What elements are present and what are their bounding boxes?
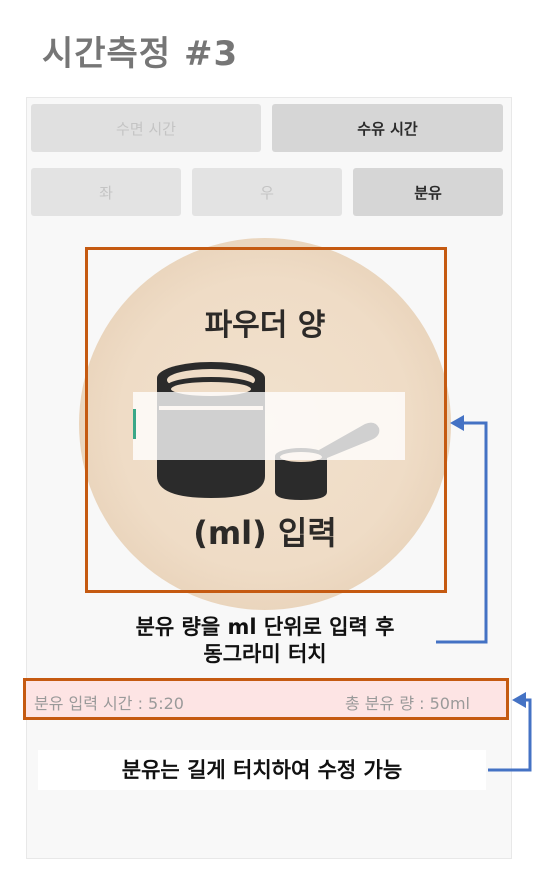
annotation-line-2: 동그라미 터치	[203, 642, 327, 666]
feeding-total-amount: 총 분유 량 : 50ml	[344, 694, 470, 713]
feeding-input-time: 분유 입력 시간 : 5:20	[34, 694, 184, 713]
annotation-line-1: 분유 량을 ml 단위로 입력 후	[135, 615, 395, 639]
annotation-caption-enter: 분유 량을 ml 단위로 입력 후 동그라미 터치	[70, 614, 460, 668]
annotation-highlight-circle	[85, 247, 447, 593]
feeding-status-bar[interactable]: 분유 입력 시간 : 5:20 총 분유 량 : 50ml	[23, 678, 509, 720]
annotation-long-press-hint: 분유는 길게 터치하여 수정 가능	[38, 750, 486, 790]
page-title: 시간측정 #3	[42, 34, 239, 74]
tab-sleep-time[interactable]: 수면 시간	[31, 104, 261, 152]
tab-right[interactable]: 우	[192, 168, 342, 216]
tab-formula[interactable]: 분유	[353, 168, 503, 216]
tab-left[interactable]: 좌	[31, 168, 181, 216]
tab-feeding-time[interactable]: 수유 시간	[272, 104, 503, 152]
